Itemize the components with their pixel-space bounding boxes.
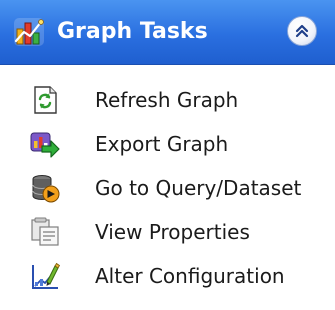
collapse-button[interactable] — [287, 16, 317, 46]
export-icon — [30, 132, 60, 158]
task-view-properties[interactable]: View Properties — [0, 210, 335, 254]
graph-tasks-icon — [14, 18, 44, 46]
task-label: Export Graph — [95, 132, 229, 156]
panel-header[interactable]: Graph Tasks — [0, 0, 335, 65]
task-export-graph[interactable]: Export Graph — [0, 122, 335, 166]
chevron-double-up-icon — [295, 24, 309, 38]
task-label: View Properties — [95, 220, 250, 244]
task-label: Refresh Graph — [95, 88, 239, 112]
panel-title: Graph Tasks — [57, 19, 208, 44]
task-refresh-graph[interactable]: Refresh Graph — [0, 78, 335, 122]
task-label: Go to Query/Dataset — [95, 176, 302, 200]
refresh-icon — [34, 86, 57, 114]
configuration-icon — [32, 262, 61, 289]
task-go-to-query-dataset[interactable]: Go to Query/Dataset — [0, 166, 335, 210]
task-label: Alter Configuration — [95, 264, 285, 288]
properties-icon — [31, 217, 59, 246]
graph-tasks-panel: Graph Tasks Refresh Graph Export Graph G… — [0, 0, 335, 310]
query-dataset-icon — [32, 175, 60, 203]
task-alter-configuration[interactable]: Alter Configuration — [0, 254, 335, 298]
